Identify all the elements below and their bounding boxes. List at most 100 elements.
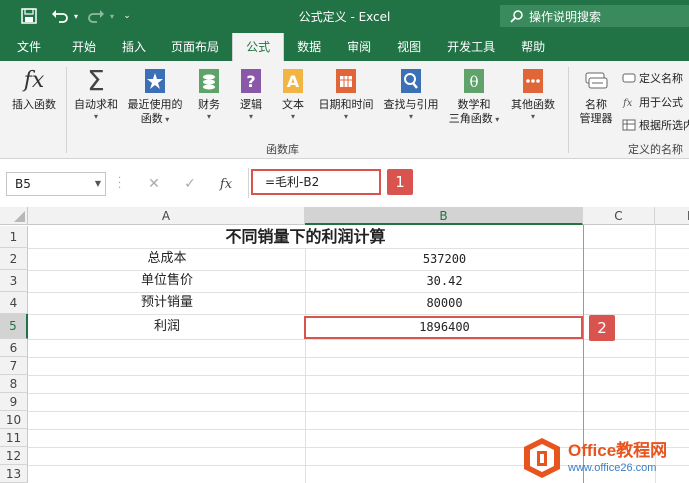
cell-a2[interactable]: 总成本 — [29, 249, 305, 269]
cell-b2[interactable]: 537200 — [306, 249, 583, 269]
recently-used-button[interactable]: 最近使用的 函数 ▾ — [124, 67, 186, 127]
more-book-icon — [520, 67, 546, 95]
math-trig-label-2: 三角函数 — [448, 112, 493, 125]
cancel-icon[interactable]: ✕ — [136, 176, 172, 192]
use-in-formula-label: 用于公式 — [639, 96, 683, 109]
lookup-reference-button[interactable]: 查找与引用 ▾ — [380, 67, 442, 121]
group-label-function-library: 函数库 — [266, 143, 299, 156]
question-book-icon: ? — [238, 67, 264, 95]
tell-me-label: 操作说明搜索 — [529, 9, 602, 24]
chevron-down-icon: ▾ — [343, 112, 348, 121]
tab-file[interactable]: 文件 — [0, 33, 58, 61]
cell-b4[interactable]: 80000 — [306, 293, 583, 313]
recently-used-label-1: 最近使用的 — [127, 98, 183, 111]
tell-me-search[interactable]: 操作说明搜索 — [500, 5, 689, 27]
text-button[interactable]: A 文本 ▾ — [274, 67, 312, 121]
row-header[interactable]: 11 — [0, 429, 28, 447]
math-trig-button[interactable]: θ 数学和 三角函数 ▾ — [444, 67, 504, 127]
formula-buttons: ✕ ✓ fx — [136, 172, 246, 196]
row-header[interactable]: 2 — [0, 248, 28, 270]
gridline — [28, 393, 689, 394]
chevron-down-icon: ▾ — [206, 112, 211, 121]
row-header[interactable]: 9 — [0, 393, 28, 411]
name-tags-icon — [583, 67, 609, 95]
tab-review[interactable]: 审阅 — [334, 33, 384, 61]
insert-function-fx-icon[interactable]: fx — [208, 177, 244, 192]
column-header-a[interactable]: A — [28, 207, 305, 225]
insert-function-button[interactable]: fx 插入函数 — [6, 67, 62, 112]
callout-badge-1: 1 — [387, 169, 413, 195]
row-header[interactable]: 10 — [0, 411, 28, 429]
row-header[interactable]: 3 — [0, 270, 28, 292]
text-label: 文本 — [282, 98, 304, 111]
autosum-button[interactable]: Σ 自动求和 ▾ — [70, 64, 122, 122]
date-time-button[interactable]: 日期和时间 ▾ — [314, 67, 378, 121]
star-book-icon — [142, 67, 168, 95]
financial-button[interactable]: 财务 ▾ — [190, 67, 228, 121]
cell-a5[interactable]: 利润 — [29, 317, 305, 337]
name-box[interactable]: B5 ▼ — [6, 172, 106, 196]
column-header-c[interactable]: C — [583, 207, 655, 225]
create-from-selection-label: 根据所选内 — [639, 119, 689, 132]
formula-highlight-box[interactable]: =毛利-B2 — [251, 169, 381, 195]
tab-formulas[interactable]: 公式 — [232, 33, 285, 61]
tab-home[interactable]: 开始 — [58, 33, 110, 61]
ribbon-divider — [568, 67, 569, 153]
tab-help[interactable]: 帮助 — [508, 33, 558, 61]
use-in-formula-button[interactable]: fx 用于公式 — [622, 94, 683, 110]
more-functions-button[interactable]: 其他函数 ▾ — [506, 67, 560, 121]
name-manager-label-2: 管理器 — [579, 112, 613, 125]
chevron-down-icon: ▾ — [530, 112, 535, 121]
active-cell-highlight — [304, 316, 583, 339]
tag-icon — [622, 73, 636, 83]
formula-bar: B5 ▼ · · · ✕ ✓ fx =毛利-B2 1 — [0, 159, 689, 207]
magnifier-book-icon — [398, 67, 424, 95]
gridline — [28, 411, 689, 412]
create-from-selection-button[interactable]: 根据所选内 — [622, 117, 689, 133]
name-manager-button[interactable]: 名称 管理器 — [574, 67, 618, 126]
cell-a3[interactable]: 单位售价 — [29, 271, 305, 291]
formula-fx-icon: fx — [622, 98, 633, 108]
row-header[interactable]: 4 — [0, 292, 28, 314]
svg-text:A: A — [287, 72, 300, 91]
tab-data[interactable]: 数据 — [284, 33, 334, 61]
name-manager-label-1: 名称 — [585, 98, 607, 111]
office-logo-icon — [524, 437, 560, 478]
more-functions-label: 其他函数 — [511, 98, 555, 111]
tab-insert[interactable]: 插入 — [110, 33, 158, 61]
logical-button[interactable]: ? 逻辑 ▾ — [232, 67, 270, 121]
calendar-book-icon — [333, 67, 359, 95]
row-header[interactable]: 8 — [0, 375, 28, 393]
chevron-down-icon: ▾ — [248, 112, 253, 121]
enter-check-icon[interactable]: ✓ — [172, 176, 208, 192]
cell-a4[interactable]: 预计销量 — [29, 293, 305, 313]
row-header[interactable]: 5 — [0, 314, 28, 339]
select-all-corner[interactable] — [0, 207, 28, 225]
formula-input[interactable]: =毛利-B2 1 — [248, 168, 689, 198]
insert-function-label: 插入函数 — [12, 98, 56, 111]
tab-developer[interactable]: 开发工具 — [434, 33, 508, 61]
column-header-b[interactable]: B — [305, 207, 583, 225]
chevron-down-icon: ▾ — [93, 112, 98, 121]
title-bar: ▾ ▾ ⌄ 公式定义 - Excel 操作说明搜索 — [0, 0, 689, 33]
row-header[interactable]: 12 — [0, 447, 28, 465]
formula-text: =毛利-B2 — [265, 175, 320, 189]
cell-b3[interactable]: 30.42 — [306, 271, 583, 291]
chevron-down-icon[interactable]: ▼ — [95, 173, 101, 195]
tab-page-layout[interactable]: 页面布局 — [158, 33, 232, 61]
tab-view[interactable]: 视图 — [384, 33, 434, 61]
drag-handle-icon[interactable]: · · · — [118, 174, 122, 194]
define-name-button[interactable]: 定义名称 — [622, 70, 683, 86]
sheet-title-cell[interactable]: 不同销量下的利润计算 — [29, 226, 582, 248]
row-header[interactable]: 6 — [0, 339, 28, 357]
date-time-label: 日期和时间 — [318, 98, 374, 111]
row-header[interactable]: 13 — [0, 465, 28, 483]
row-header[interactable]: 1 — [0, 226, 28, 248]
chevron-down-icon: ▾ — [492, 115, 500, 124]
autosum-label: 自动求和 — [74, 98, 118, 111]
sigma-icon: Σ — [87, 64, 105, 97]
fx-icon: fx — [23, 68, 45, 93]
svg-text:θ: θ — [469, 73, 478, 91]
row-header[interactable]: 7 — [0, 357, 28, 375]
column-header-d[interactable]: D — [655, 207, 689, 225]
